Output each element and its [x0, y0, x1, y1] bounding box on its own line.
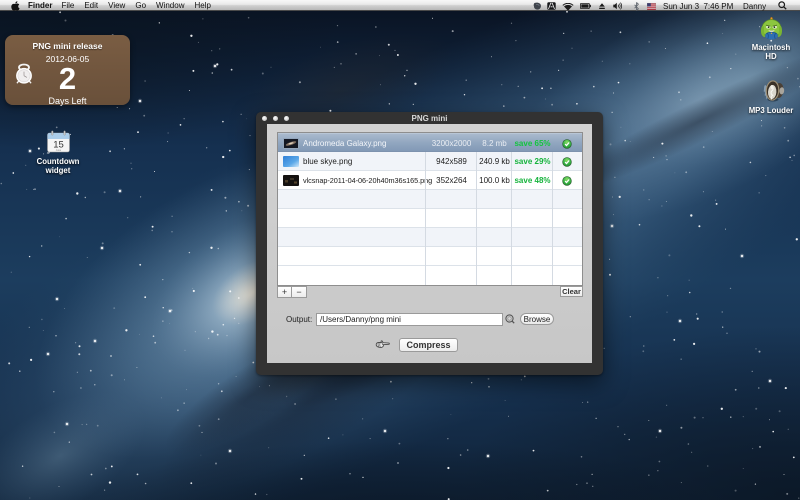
svg-text:June: June [56, 149, 62, 152]
